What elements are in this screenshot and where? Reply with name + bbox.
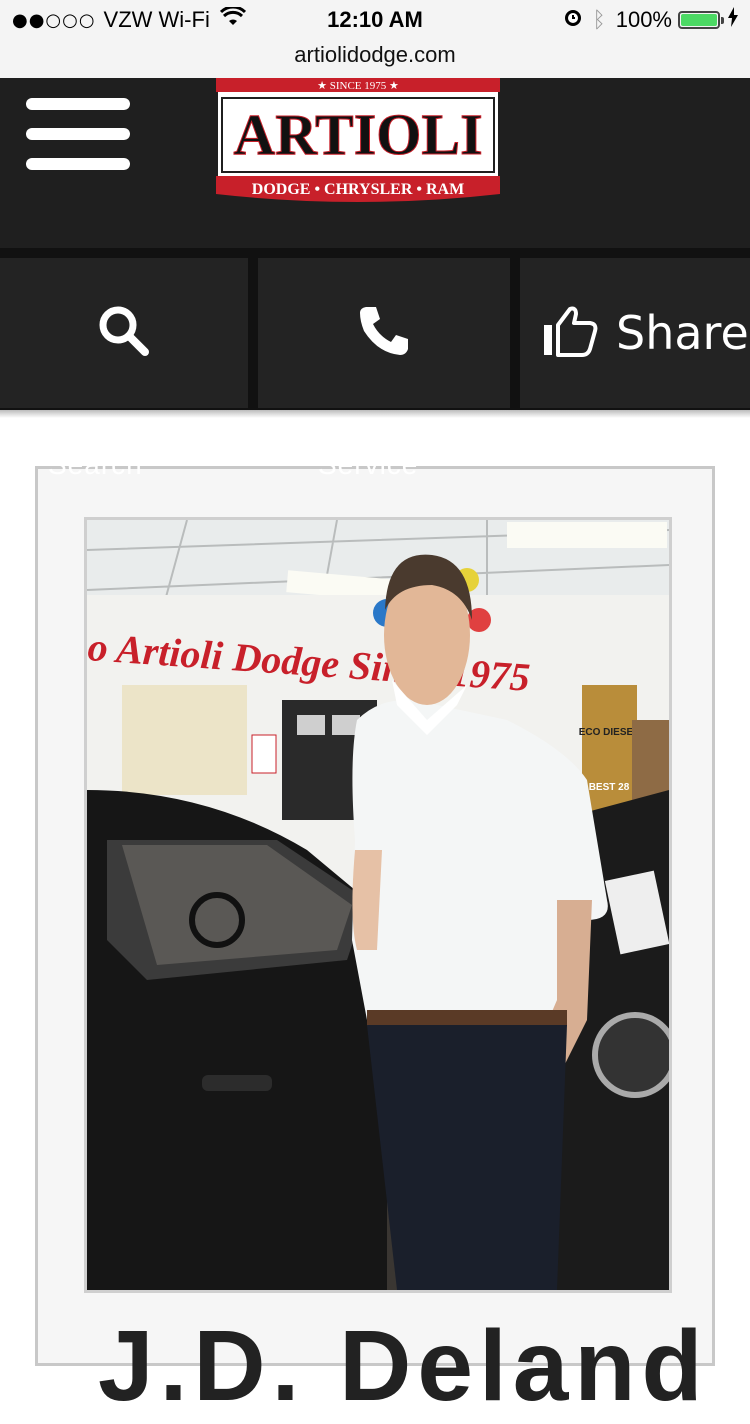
battery-fill	[681, 14, 717, 26]
battery-icon	[678, 11, 724, 29]
share-button[interactable]: Share	[520, 258, 750, 408]
staff-name: J.D. Deland	[98, 1310, 709, 1422]
bluetooth-icon: ᛒ	[592, 7, 606, 32]
staff-photo: o Artioli Dodge Since 1975 ECO DIESEL BE…	[84, 517, 672, 1293]
staff-card: Search Service o Artioli Dodge Since 197…	[35, 449, 715, 1422]
dealer-logo[interactable]: ★ SINCE 1975 ★ ARTIOLI DODGE • CHRYSLER …	[216, 78, 500, 204]
status-bar: ●●○○○ VZW Wi-Fi 12:10 AM ᛒ 100%	[0, 0, 750, 40]
logo-brands: DODGE • CHRYSLER • RAM	[252, 181, 464, 198]
banner-text: ECO DIESEL	[579, 727, 640, 738]
ghost-label-right: Service	[318, 449, 419, 480]
search-icon	[96, 303, 152, 364]
search-button[interactable]	[0, 258, 248, 408]
header-divider	[0, 248, 750, 256]
logo-name: ARTIOLI	[233, 102, 482, 167]
charging-icon	[728, 7, 738, 33]
phone-icon	[356, 303, 412, 364]
banner-mpg: BEST 28	[589, 782, 630, 793]
site-header: ★ SINCE 1975 ★ ARTIOLI DODGE • CHRYSLER …	[0, 78, 750, 248]
call-button[interactable]	[258, 258, 510, 408]
url-text: artiolidodge.com	[294, 42, 456, 67]
ghost-label-left: Search	[48, 449, 143, 480]
alarm-icon	[563, 7, 583, 33]
battery-percent: 100%	[615, 7, 672, 32]
action-bar-shadow	[0, 410, 750, 418]
thumbs-up-icon	[542, 305, 598, 362]
address-bar[interactable]: artiolidodge.com	[0, 40, 750, 78]
logo-tagline: ★ SINCE 1975 ★	[317, 80, 399, 92]
hamburger-icon[interactable]	[26, 98, 132, 170]
share-label: Share	[616, 306, 749, 360]
action-bar: Share	[0, 256, 750, 410]
